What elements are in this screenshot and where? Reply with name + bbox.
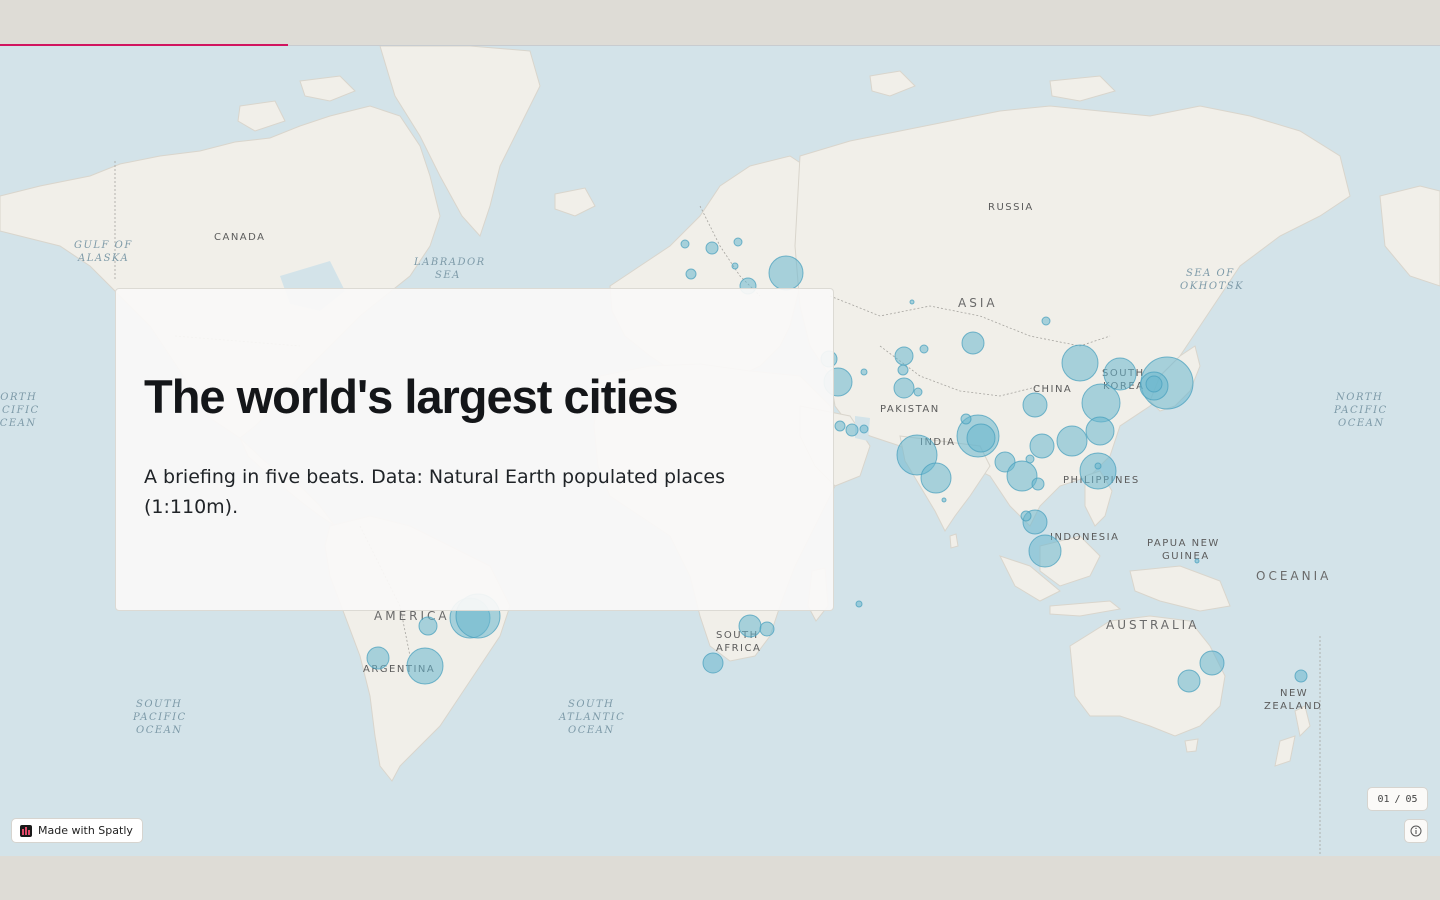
svg-text:AMERICA: AMERICA bbox=[374, 609, 450, 623]
svg-text:ASIA: ASIA bbox=[958, 296, 998, 310]
svg-text:ATLANTIC: ATLANTIC bbox=[558, 712, 625, 723]
slide-current: 01 bbox=[1377, 793, 1390, 805]
svg-text:AUSTRALIA: AUSTRALIA bbox=[1106, 618, 1199, 632]
slide-separator: / bbox=[1394, 793, 1401, 805]
badge-label: Made with Spatly bbox=[38, 824, 133, 837]
svg-text:PACIFIC: PACIFIC bbox=[0, 405, 40, 416]
story-progress-bar bbox=[0, 44, 1440, 46]
made-with-spatly-badge[interactable]: Made with Spatly bbox=[11, 818, 143, 843]
svg-text:SOUTH: SOUTH bbox=[568, 699, 614, 710]
svg-text:RUSSIA: RUSSIA bbox=[988, 202, 1034, 213]
svg-text:NEW: NEW bbox=[1280, 688, 1308, 699]
svg-text:OCEAN: OCEAN bbox=[136, 725, 183, 736]
svg-text:NORTH: NORTH bbox=[1335, 392, 1383, 403]
spatly-logo-icon bbox=[20, 824, 32, 837]
info-button[interactable] bbox=[1404, 819, 1428, 843]
svg-text:GUINEA: GUINEA bbox=[1162, 551, 1210, 562]
story-progress-fill bbox=[0, 44, 288, 46]
svg-text:LABRADOR: LABRADOR bbox=[413, 257, 486, 268]
svg-text:OCEAN: OCEAN bbox=[0, 418, 37, 429]
svg-text:PAKISTAN: PAKISTAN bbox=[880, 404, 940, 415]
svg-text:PACIFIC: PACIFIC bbox=[1333, 405, 1388, 416]
svg-text:CANADA: CANADA bbox=[214, 232, 266, 243]
svg-text:OCEAN: OCEAN bbox=[1338, 418, 1385, 429]
svg-text:OCEANIA: OCEANIA bbox=[1256, 569, 1331, 583]
svg-text:SEA OF: SEA OF bbox=[1186, 268, 1235, 279]
svg-text:SOUTH: SOUTH bbox=[136, 699, 182, 710]
svg-text:INDONESIA: INDONESIA bbox=[1050, 532, 1119, 543]
svg-text:ZEALAND: ZEALAND bbox=[1264, 701, 1322, 712]
story-title: The world's largest cities bbox=[144, 370, 679, 423]
slide-total: 05 bbox=[1405, 793, 1418, 805]
story-subtitle: A briefing in five beats. Data: Natural … bbox=[144, 465, 725, 518]
svg-text:GULF OF: GULF OF bbox=[74, 240, 133, 251]
svg-text:NORTH: NORTH bbox=[0, 392, 37, 403]
slide-counter: 01 / 05 bbox=[1367, 787, 1428, 811]
svg-text:PACIFIC: PACIFIC bbox=[132, 712, 187, 723]
story-intro-card: The world's largest cities A briefing in… bbox=[115, 288, 834, 611]
info-icon bbox=[1410, 825, 1422, 837]
svg-text:OKHOTSK: OKHOTSK bbox=[1180, 281, 1244, 292]
svg-text:PAPUA NEW: PAPUA NEW bbox=[1147, 538, 1220, 549]
svg-text:OCEAN: OCEAN bbox=[568, 725, 615, 736]
svg-text:ALASKA: ALASKA bbox=[77, 253, 129, 264]
svg-text:SEA: SEA bbox=[435, 270, 461, 281]
svg-text:AFRICA: AFRICA bbox=[716, 643, 761, 654]
